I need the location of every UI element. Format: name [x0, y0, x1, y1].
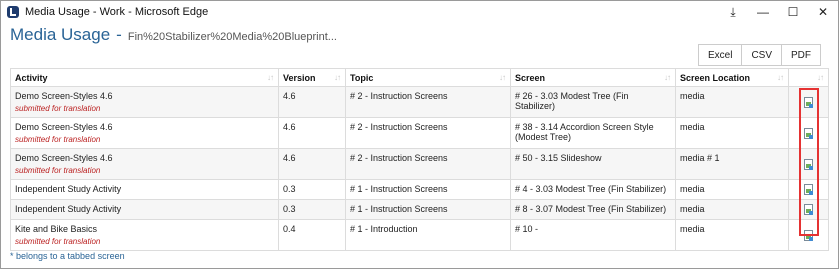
title-separator: -: [116, 25, 122, 44]
column-header-topic[interactable]: Topic ↓↑: [345, 68, 511, 87]
translation-note: submitted for translation: [15, 135, 101, 144]
page-subtitle: Fin%20Stabilizer%20Media%20Blueprint...: [127, 31, 337, 43]
cell-topic: # 2 - Instruction Screens: [345, 148, 511, 180]
media-usage-table-wrapper: Activity ↓↑ Version ↓↑ Topic ↓↑ Screen ↓↑ Sc…: [10, 68, 829, 251]
cell-action: [788, 86, 829, 118]
cell-topic: # 1 - Introduction: [345, 219, 511, 251]
cell-activity: Demo Screen-Styles 4.6 submitted for tran…: [10, 86, 279, 118]
translation-note: submitted for translation: [15, 237, 101, 246]
download-icon[interactable]: ⤓: [718, 1, 748, 23]
sort-icon: ↓↑: [664, 73, 671, 82]
open-document-icon[interactable]: [804, 127, 813, 139]
table-row: Kite and Bike Basics submitted for transl…: [10, 219, 829, 251]
page-title: Media Usage: [10, 25, 111, 44]
export-button-group: Excel CSV PDF: [697, 44, 821, 66]
cell-screen: # 50 - 3.15 Slideshow: [510, 148, 676, 180]
cell-version: 0.4: [278, 219, 346, 251]
activity-name: Demo Screen-Styles 4.6: [15, 122, 113, 132]
table-row: Independent Study Activity 0.3 # 1 - Ins…: [10, 179, 829, 200]
cell-topic: # 1 - Instruction Screens: [345, 199, 511, 220]
activity-name: Kite and Bike Basics: [15, 224, 98, 234]
column-header-screen[interactable]: Screen ↓↑: [510, 68, 676, 87]
cell-screen: # 4 - 3.03 Modest Tree (Fin Stabilizer): [510, 179, 676, 200]
cell-action: [788, 199, 829, 220]
cell-version: 4.6: [278, 117, 346, 149]
open-document-icon[interactable]: [804, 184, 813, 196]
cell-activity: Independent Study Activity: [10, 179, 279, 200]
cell-screen: # 38 - 3.14 Accordion Screen Style (Mode…: [510, 117, 676, 149]
footer-note: * belongs to a tabbed screen: [10, 251, 125, 261]
column-label: Screen: [515, 72, 546, 83]
minimize-button[interactable]: —: [748, 1, 778, 23]
column-header-version[interactable]: Version ↓↑: [278, 68, 346, 87]
cell-location: media: [675, 199, 789, 220]
translation-note: submitted for translation: [15, 166, 101, 175]
export-csv-button[interactable]: CSV: [742, 44, 782, 66]
cell-action: [788, 219, 829, 251]
cell-version: 4.6: [278, 86, 346, 118]
open-document-icon[interactable]: [804, 158, 813, 170]
open-document-icon[interactable]: [804, 229, 813, 241]
title-bar: Media Usage - Work - Microsoft Edge ⤓ — …: [1, 1, 838, 23]
media-usage-table: Activity ↓↑ Version ↓↑ Topic ↓↑ Screen ↓↑ Sc…: [10, 68, 829, 251]
open-document-icon[interactable]: [804, 204, 813, 216]
cell-version: 4.6: [278, 148, 346, 180]
export-pdf-button[interactable]: PDF: [782, 44, 821, 66]
cell-activity: Independent Study Activity: [10, 199, 279, 220]
cell-action: [788, 148, 829, 180]
cell-action: [788, 117, 829, 149]
cell-topic: # 2 - Instruction Screens: [345, 86, 511, 118]
column-header-screen-location[interactable]: Screen Location ↓↑: [675, 68, 789, 87]
cell-screen: # 26 - 3.03 Modest Tree (Fin Stabilizer): [510, 86, 676, 118]
page-header: Media Usage - Fin%20Stabilizer%20Media%2…: [10, 25, 337, 45]
cell-activity: Demo Screen-Styles 4.6 submitted for tran…: [10, 117, 279, 149]
cell-location: media: [675, 86, 789, 118]
sort-icon: ↓↑: [267, 73, 274, 82]
cell-activity: Demo Screen-Styles 4.6 submitted for tran…: [10, 148, 279, 180]
table-row: Independent Study Activity 0.3 # 1 - Ins…: [10, 199, 829, 220]
browser-window: Media Usage - Work - Microsoft Edge ⤓ — …: [0, 0, 839, 269]
maximize-button[interactable]: ☐: [778, 1, 808, 23]
export-excel-button[interactable]: Excel: [697, 44, 743, 66]
cell-location: media: [675, 179, 789, 200]
cell-location: media: [675, 117, 789, 149]
column-label: Activity: [15, 72, 48, 83]
cell-topic: # 1 - Instruction Screens: [345, 179, 511, 200]
cell-location: media # 1: [675, 148, 789, 180]
column-header-action[interactable]: ↓↑: [788, 68, 829, 87]
table-header-row: Activity ↓↑ Version ↓↑ Topic ↓↑ Screen ↓↑ Sc…: [10, 68, 829, 87]
activity-name: Demo Screen-Styles 4.6: [15, 153, 113, 163]
table-row: Demo Screen-Styles 4.6 submitted for tran…: [10, 117, 829, 149]
column-label: Topic: [350, 72, 374, 83]
activity-name: Independent Study Activity: [15, 184, 122, 194]
table-row: Demo Screen-Styles 4.6 submitted for tran…: [10, 86, 829, 118]
cell-location: media: [675, 219, 789, 251]
cell-version: 0.3: [278, 199, 346, 220]
table-row: Demo Screen-Styles 4.6 submitted for tran…: [10, 148, 829, 180]
close-button[interactable]: ✕: [808, 1, 838, 23]
column-label: Version: [283, 72, 316, 83]
app-logo-icon: [7, 6, 19, 18]
cell-screen: # 8 - 3.07 Modest Tree (Fin Stabilizer): [510, 199, 676, 220]
cell-version: 0.3: [278, 179, 346, 200]
open-document-icon[interactable]: [804, 96, 813, 108]
window-title: Media Usage - Work - Microsoft Edge: [25, 6, 209, 18]
cell-screen: # 10 -: [510, 219, 676, 251]
sort-icon: ↓↑: [499, 73, 506, 82]
cell-topic: # 2 - Instruction Screens: [345, 117, 511, 149]
cell-activity: Kite and Bike Basics submitted for transl…: [10, 219, 279, 251]
sort-icon: ↓↑: [334, 73, 341, 82]
sort-icon: ↓↑: [817, 73, 824, 82]
window-controls: ⤓ — ☐ ✕: [718, 1, 838, 23]
activity-name: Demo Screen-Styles 4.6: [15, 91, 113, 101]
activity-name: Independent Study Activity: [15, 204, 122, 214]
translation-note: submitted for translation: [15, 104, 101, 113]
column-header-activity[interactable]: Activity ↓↑: [10, 68, 279, 87]
column-label: Screen Location: [680, 72, 751, 83]
cell-action: [788, 179, 829, 200]
sort-icon: ↓↑: [777, 73, 784, 82]
